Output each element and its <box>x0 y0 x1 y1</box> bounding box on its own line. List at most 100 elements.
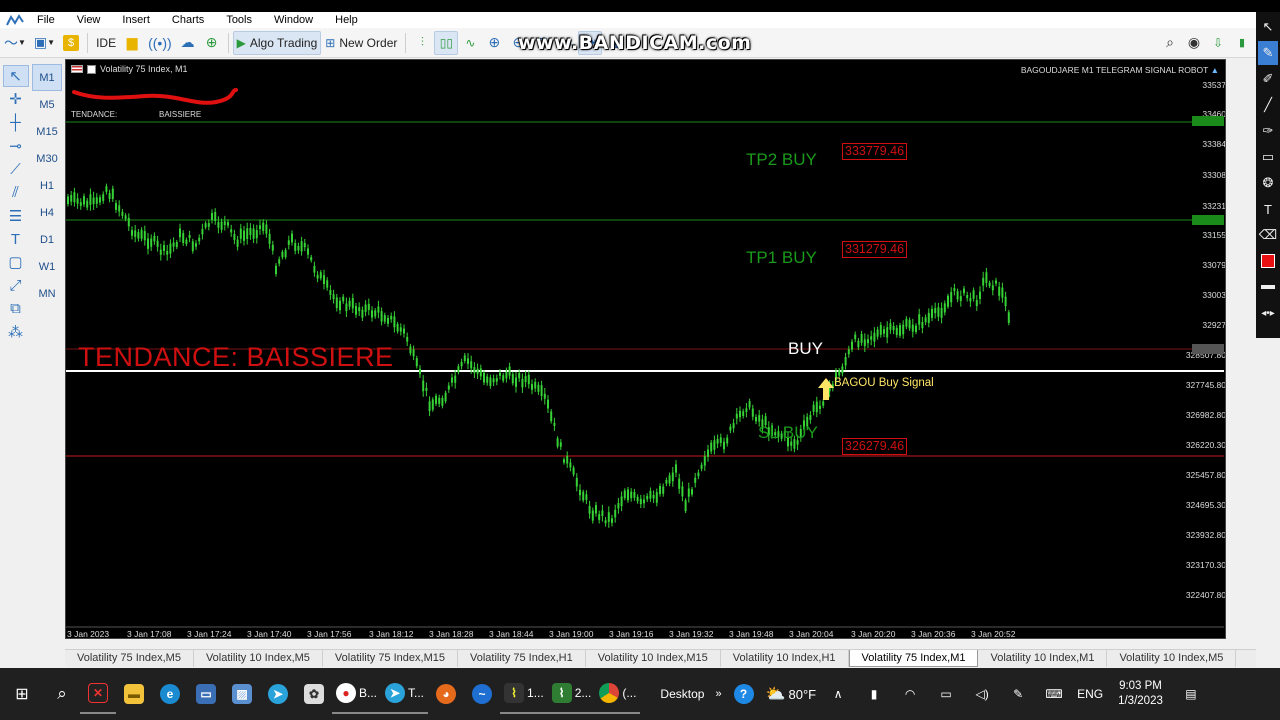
taskbar-desktop-toolbar[interactable]: Desktop» <box>656 674 725 714</box>
menu-file[interactable]: File <box>26 12 66 28</box>
select-tool[interactable]: ↖ <box>1258 15 1278 39</box>
tab-v10-h1[interactable]: Volatility 10 Index,H1 <box>721 650 849 667</box>
weather-widget[interactable]: ⛅ 80°F <box>762 674 821 714</box>
arrow-tool[interactable]: ⤢ <box>3 275 29 296</box>
timeframe-m30[interactable]: M30 <box>32 145 62 172</box>
timeframe-m5[interactable]: M5 <box>32 91 62 118</box>
tray-volume[interactable]: ◁) <box>964 674 1000 714</box>
channel-tool[interactable]: ⫽ <box>3 182 29 203</box>
rect-tool[interactable]: ▭ <box>1258 145 1278 169</box>
chart-type-button[interactable]: 〜 ▼ <box>0 31 30 55</box>
tray-battery[interactable]: ▭ <box>928 674 964 714</box>
taskbar-app-explorer[interactable]: ▬ <box>116 674 152 714</box>
objects-tool[interactable]: ⁂ <box>3 322 29 343</box>
tab-v10-m5-2[interactable]: Volatility 10 Index,M5 <box>1107 650 1237 667</box>
lock-button[interactable]: ▆ <box>120 31 144 55</box>
taskbar-clock[interactable]: 9:03 PM 1/3/2023 <box>1108 679 1173 709</box>
template-button[interactable]: ▣ ▼ <box>30 31 59 55</box>
brush-tool[interactable]: ✑ <box>1258 119 1278 143</box>
zoom-in-button[interactable]: ⊕ <box>482 31 506 55</box>
menu-tools[interactable]: Tools <box>215 12 263 28</box>
candle-chart-button[interactable]: ▯▯ <box>434 30 459 55</box>
indicators-tool[interactable]: ⧉ <box>3 298 29 319</box>
tab-v10-m15[interactable]: Volatility 10 Index,M15 <box>586 650 721 667</box>
tray-mic[interactable]: ▮ <box>856 674 892 714</box>
line-chart-button[interactable]: ∿ <box>458 31 482 55</box>
taskbar-app-mt5-1[interactable]: ⌇ 1... <box>500 674 548 714</box>
timeframe-m1[interactable]: M1 <box>32 64 62 91</box>
line-tool[interactable]: ╱ <box>1258 93 1278 117</box>
taskbar-app-telegram[interactable]: ➤ <box>260 674 296 714</box>
marker-tool[interactable]: ✐ <box>1258 67 1278 91</box>
taskbar-app-edge[interactable]: e <box>152 674 188 714</box>
new-order-button[interactable]: ⊞ New Order <box>321 31 401 55</box>
start-button[interactable]: ⊞ <box>0 674 44 714</box>
shapes-tool[interactable]: ▢ <box>3 252 29 273</box>
taskbar-app-mt5-2[interactable]: ⌇ 2... <box>547 674 596 714</box>
taskbar-app-paint[interactable]: ✿ <box>296 674 332 714</box>
taskbar-help[interactable]: ? <box>726 674 762 714</box>
panel-toggle[interactable]: ◂•▸ <box>1258 301 1278 325</box>
market-button[interactable]: $ <box>59 31 83 55</box>
taskbar-app-mt5[interactable]: ✕ <box>80 674 116 714</box>
menu-window[interactable]: Window <box>263 12 324 28</box>
taskbar-app-firefox[interactable]: ◕ <box>428 674 464 714</box>
tab-v10-m1[interactable]: Volatility 10 Index,M1 <box>978 650 1108 667</box>
cursor-tool[interactable]: ↖ <box>2 65 29 87</box>
tray-keyboard[interactable]: ⌨ <box>1036 674 1072 714</box>
tray-pen[interactable]: ✎ <box>1000 674 1036 714</box>
taskbar-app-chrome[interactable]: (... <box>595 674 641 714</box>
candle-body <box>707 449 709 457</box>
menu-insert[interactable]: Insert <box>111 12 161 28</box>
timeframe-d1[interactable]: D1 <box>32 226 62 253</box>
trendline-tool[interactable]: ⟋ <box>3 159 29 180</box>
crosshair-tool[interactable]: ✛ <box>3 89 29 110</box>
fibonacci-tool[interactable]: ☰ <box>3 205 29 226</box>
signals-button[interactable]: ((•)) <box>144 31 176 55</box>
pen-tool[interactable]: ✎ <box>1258 41 1278 65</box>
timeframe-h1[interactable]: H1 <box>32 172 62 199</box>
cloud-button[interactable]: ☁ <box>176 31 200 55</box>
account-button[interactable]: ◉ <box>1182 31 1206 55</box>
update-button[interactable]: ⇩ <box>1206 31 1230 55</box>
taskbar-app-photos[interactable]: ▨ <box>224 674 260 714</box>
eraser-tool[interactable]: ⌫ <box>1258 223 1278 247</box>
notifications-button[interactable]: ▤ <box>1173 674 1209 714</box>
menu-charts[interactable]: Charts <box>161 12 215 28</box>
vps-button[interactable]: ⊕ <box>200 31 224 55</box>
algo-trading-button[interactable]: ▶ Algo Trading <box>232 30 322 55</box>
timeframe-m15[interactable]: M15 <box>32 118 62 145</box>
taskbar-app-recorder[interactable]: ● B... <box>332 674 382 714</box>
search-button[interactable]: ⌕ <box>1158 31 1182 55</box>
bar-chart-button[interactable]: ⫶ <box>410 31 434 55</box>
tray-language[interactable]: ENG <box>1072 674 1108 714</box>
taskbar-app-telegram-2[interactable]: ➤ T... <box>381 674 429 714</box>
paint-tool[interactable]: ❂ <box>1258 171 1278 195</box>
bid-axis-tag <box>1192 344 1224 354</box>
tab-v75-h1[interactable]: Volatility 75 Index,H1 <box>458 650 586 667</box>
vertical-line-tool[interactable]: ┼ <box>3 112 29 133</box>
line-width-picker[interactable] <box>1258 275 1278 299</box>
ide-button[interactable]: IDE <box>92 31 120 55</box>
community-button[interactable]: ▮ <box>1230 31 1254 55</box>
tab-v75-m5[interactable]: Volatility 75 Index,M5 <box>65 650 194 667</box>
candle-body <box>297 246 300 251</box>
search-taskbar-button[interactable]: ⌕ <box>44 674 80 714</box>
horizontal-line-tool[interactable]: ⊸ <box>3 135 29 156</box>
tab-v75-m1[interactable]: Volatility 75 Index,M1 <box>848 650 979 667</box>
menu-help[interactable]: Help <box>324 12 369 28</box>
timeframe-w1[interactable]: W1 <box>32 253 62 280</box>
text-tool[interactable]: T <box>3 228 29 249</box>
color-picker[interactable] <box>1258 249 1278 273</box>
taskbar-app-remote[interactable]: ▭ <box>188 674 224 714</box>
price-chart[interactable]: 33537 33460 33384 33308 33231 33155 33079 33003… <box>65 59 1226 639</box>
timeframe-mn[interactable]: MN <box>32 280 62 307</box>
taskbar-app-blue[interactable]: ~ <box>464 674 500 714</box>
tray-overflow[interactable]: ∧ <box>820 674 856 714</box>
timeframe-h4[interactable]: H4 <box>32 199 62 226</box>
tab-v75-m15[interactable]: Volatility 75 Index,M15 <box>323 650 458 667</box>
text-tool-right[interactable]: T <box>1258 197 1278 221</box>
tab-v10-m5[interactable]: Volatility 10 Index,M5 <box>194 650 323 667</box>
tray-wifi[interactable]: ◠ <box>892 674 928 714</box>
menu-view[interactable]: View <box>66 12 112 28</box>
